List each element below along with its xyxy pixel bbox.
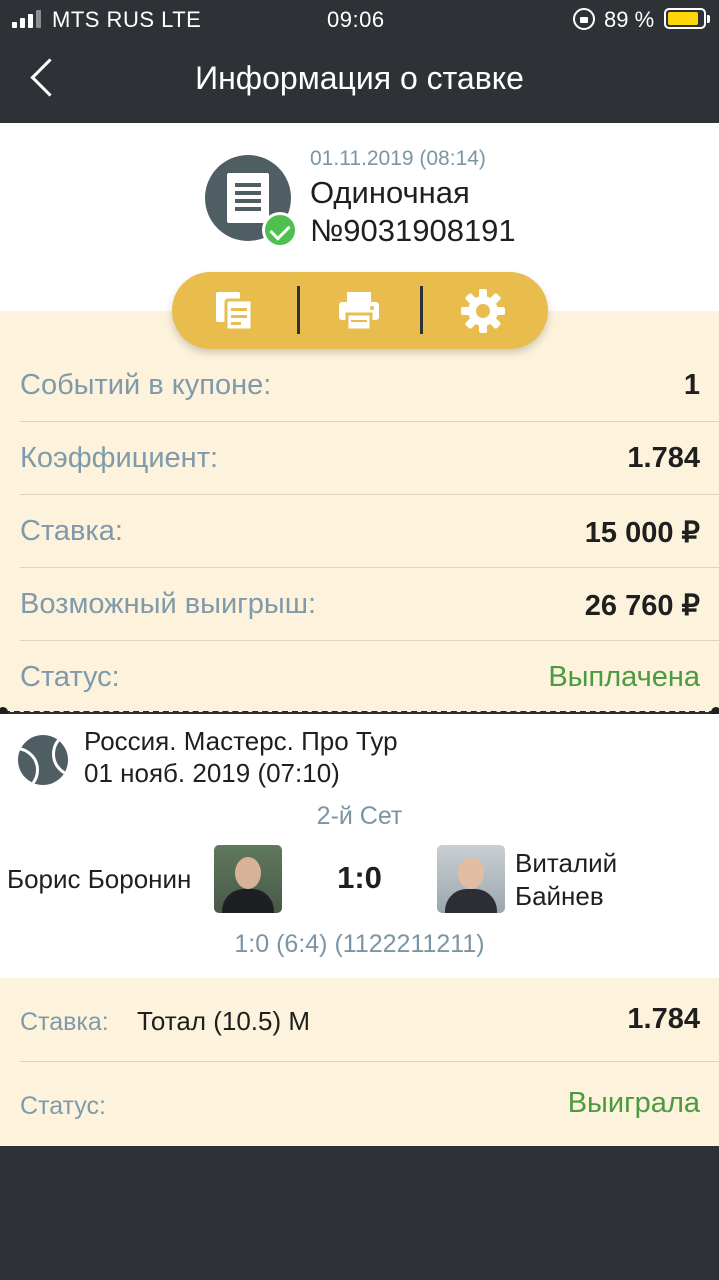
player-two-name: Виталий Байнев [515,847,617,913]
bet-date: 01.11.2019 (08:14) [310,147,486,170]
bet-summary: Событий в купоне: 1 Коэффициент: 1.784 С… [0,311,719,712]
action-bar [172,272,548,349]
bet-number: №9031908191 [310,213,516,248]
status-label: Статус: [20,1092,106,1120]
event-card: Россия. Мастерс. Про Тур 01 нояб. 2019 (… [0,714,719,978]
clock: 09:06 [327,7,385,32]
summary-value: 15 000 ₽ [584,517,700,549]
divider [420,286,423,334]
summary-value: 1.784 [627,442,700,474]
summary-row-stake: Ставка: 15 000 ₽ [0,495,719,568]
summary-row-possible-win: Возможный выигрыш: 26 760 ₽ [0,568,719,641]
event-date: 01 нояб. 2019 (07:10) [84,758,340,788]
detail-score: 1:0 (6:4) (1122211211) [234,930,485,958]
gear-icon[interactable] [458,286,508,336]
bet-detail-stake-row: Ставка: Тотал (10.5) М 1.784 [0,978,719,1062]
print-icon[interactable] [334,286,384,336]
tennis-ball-icon [18,735,68,785]
summary-value: 26 760 ₽ [584,590,700,622]
orientation-lock-icon [573,8,595,30]
odds-value: 1.784 [627,1003,700,1035]
summary-row-events: Событий в купоне: 1 [0,349,719,422]
page-title: Информация о ставке [195,60,524,96]
battery-percent: 89 % [604,7,655,32]
stake-label: Ставка: [20,1008,109,1036]
period-label: 2-й Сет [316,802,403,830]
status-bar: MTS RUS LTE 09:06 89 % [0,0,719,38]
copy-icon[interactable] [210,286,260,336]
bet-detail-status-row: Статус: Выиграла [0,1062,719,1146]
summary-row-odds: Коэффициент: 1.784 [0,422,719,495]
status-badge: Выиграла [567,1087,700,1119]
status-badge: Выплачена [548,661,700,693]
summary-value: 1 [683,369,700,401]
signal-icon [12,10,41,28]
market-name: Тотал (10.5) М [137,1006,311,1036]
battery-icon [664,8,710,29]
league-name: Россия. Мастерс. Про Тур [84,726,398,756]
summary-label: Возможный выигрыш: [20,588,317,620]
summary-label: Коэффициент: [20,442,219,474]
divider [297,286,300,334]
player-two-last-name: Байнев [515,881,604,911]
summary-row-status: Статус: Выплачена [0,641,719,714]
summary-label: Статус: [20,661,120,693]
bet-type: Одиночная [310,175,470,210]
carrier-label: MTS RUS LTE [52,7,202,32]
bet-detail: Ставка: Тотал (10.5) М 1.784 Статус: Выи… [0,978,719,1146]
player-two-first-name: Виталий [515,848,618,878]
summary-label: Событий в купоне: [20,369,272,401]
top-bar: MTS RUS LTE 09:06 89 % Информация о став… [0,0,719,123]
check-circle-icon [262,212,298,248]
player-two-photo [437,845,505,913]
summary-label: Ставка: [20,515,123,547]
